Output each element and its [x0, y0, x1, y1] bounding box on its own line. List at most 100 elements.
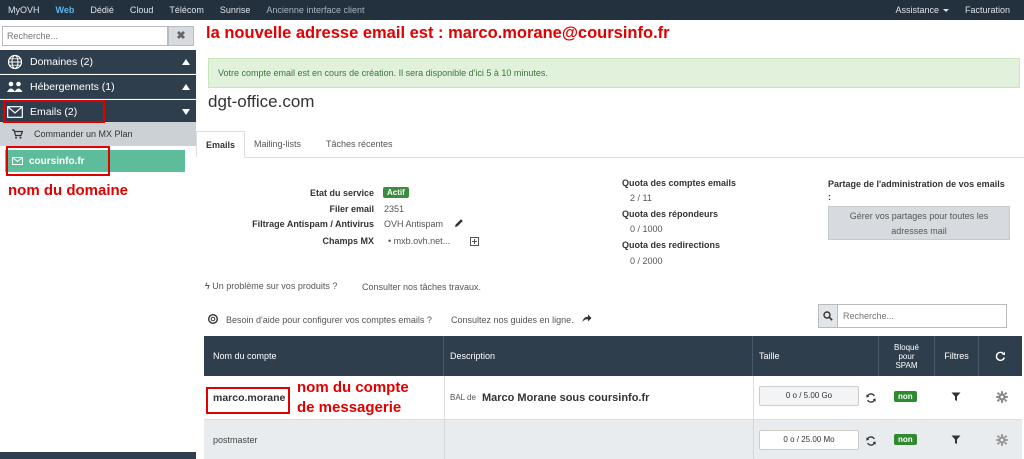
search-icon[interactable]	[818, 304, 838, 328]
page-title: dgt-office.com	[208, 92, 315, 111]
refresh-size-icon[interactable]	[866, 393, 876, 405]
globe-icon	[0, 50, 30, 74]
description-text: Marco Morane sous coursinfo.fr	[481, 391, 650, 404]
col-filters[interactable]: Filtres	[935, 336, 979, 376]
table-header: Nom du compte Description Taille Bloqué …	[204, 336, 1022, 376]
sidebar-item-label: Hébergements (1)	[30, 80, 115, 93]
refresh-size-icon[interactable]	[866, 436, 876, 448]
antispam-value: OVH Antispam	[384, 219, 444, 229]
clear-search-button[interactable]: ✖	[168, 26, 194, 46]
col-spam-line2: pour	[898, 351, 915, 361]
collapse-up-icon	[176, 83, 196, 90]
tab-recent-tasks[interactable]: Tâches récentes	[326, 131, 393, 158]
description-cell: BAL de Marco Morane sous coursinfo.fr	[450, 376, 649, 419]
description-prefix: BAL de	[450, 393, 476, 402]
tab-mailing-lists[interactable]: Mailing-lists	[254, 131, 301, 158]
quota-redirects-label: Quota des redirections	[622, 240, 721, 250]
highlight-emails-box	[3, 100, 105, 123]
guides-link[interactable]: Consultez nos guides en ligne.	[451, 315, 574, 325]
help-text: Besoin d'aide pour configurer vos compte…	[226, 315, 432, 325]
sidebar-item-domaines[interactable]: Domaines (2)	[0, 50, 196, 74]
gear-icon[interactable]	[996, 391, 1008, 405]
hosting-icon	[0, 75, 30, 99]
status-badge: Actif	[383, 187, 409, 198]
quota-accounts-value: 2 / 11	[630, 193, 652, 203]
filter-icon[interactable]	[951, 435, 961, 447]
nav-sunrise[interactable]: Sunrise	[212, 0, 259, 20]
nav-telecom[interactable]: Télécom	[161, 0, 212, 20]
highlight-domain-box	[6, 146, 110, 176]
tab-emails[interactable]: Emails	[196, 131, 246, 158]
size-value: 0 o / 5.00 Go	[759, 386, 859, 406]
share-arrow-icon	[582, 314, 592, 325]
annotation-account-line2: de messagerie	[297, 399, 402, 416]
table-search-input[interactable]	[837, 304, 1007, 328]
quota-responders-label: Quota des répondeurs	[622, 209, 719, 219]
col-account[interactable]: Nom du compte	[204, 336, 444, 376]
creation-alert: Votre compte email est en cours de créat…	[208, 58, 1020, 88]
spam-status-badge: non	[894, 434, 917, 445]
annotation-new-address: la nouvelle adresse email est : marco.mo…	[206, 24, 670, 42]
sidebar-item-label: Domaines (2)	[30, 55, 94, 68]
sidebar: ✖ Domaines (2) Hébergements (1) Emails (…	[0, 20, 196, 459]
collapse-up-icon	[176, 58, 196, 65]
nav-myovh[interactable]: MyOVH	[0, 0, 48, 20]
nav-assistance[interactable]: Assistance	[887, 0, 957, 20]
sidebar-search-input[interactable]	[2, 26, 168, 46]
manage-shares-button[interactable]: Gérer vos partages pour toutes les adres…	[828, 206, 1010, 240]
state-label: Etat du service	[309, 188, 374, 198]
nav-old-interface[interactable]: Ancienne interface client	[258, 0, 372, 20]
nav-cloud[interactable]: Cloud	[122, 0, 162, 20]
col-spam-line3: SPAM	[895, 360, 918, 370]
sidebar-footer	[0, 452, 196, 459]
filter-icon[interactable]	[951, 392, 961, 404]
annotation-account: nom du compte de messagerie	[297, 378, 409, 418]
table-row[interactable]: postmaster 0 o / 25.00 Mo non	[204, 420, 1022, 459]
share-label: Partage de l'administration de vos email…	[828, 179, 1005, 189]
quota-redirects-value: 0 / 2000	[630, 256, 663, 266]
tasks-link[interactable]: Consulter nos tâches travaux.	[362, 282, 481, 292]
bolt-icon: ϟ	[205, 281, 210, 291]
cart-icon	[0, 129, 34, 139]
lifebuoy-icon	[207, 313, 219, 326]
filer-value: 2351	[384, 204, 405, 214]
mx-value: • mxb.ovh.net...	[388, 236, 450, 246]
annotation-account-line1: nom du compte	[297, 379, 409, 396]
pencil-icon[interactable]	[454, 218, 464, 230]
spam-status-badge: non	[894, 391, 917, 402]
nav-facturation[interactable]: Facturation	[957, 0, 1024, 20]
col-description[interactable]: Description	[444, 336, 753, 376]
expand-plus-icon[interactable]	[470, 237, 479, 248]
quota-responders-value: 0 / 1000	[630, 224, 663, 234]
sidebar-order-mx-plan[interactable]: Commander un MX Plan	[0, 122, 196, 146]
caret-down-icon	[942, 9, 949, 13]
antispam-label: Filtrage Antispam / Antivirus	[252, 219, 374, 229]
manage-shares-line1: Gérer vos partages pour toutes les	[849, 211, 989, 221]
table-search	[818, 304, 1008, 328]
tab-bar: Emails Mailing-lists Tâches récentes	[196, 131, 1024, 158]
col-size[interactable]: Taille	[753, 336, 879, 376]
col-spam-line1: Bloqué	[894, 342, 919, 352]
refresh-icon[interactable]	[979, 336, 1022, 376]
sidebar-search: ✖	[0, 24, 196, 48]
highlight-account-box	[206, 387, 290, 414]
expand-down-icon	[176, 108, 196, 115]
nav-assistance-label: Assistance	[895, 5, 939, 15]
problem-notice: ϟ Un problème sur vos produits ?	[205, 281, 337, 291]
nav-dedie[interactable]: Dédié	[82, 0, 122, 20]
problem-text: Un problème sur vos produits ?	[212, 281, 338, 291]
gear-icon[interactable]	[996, 434, 1008, 448]
top-navbar: MyOVH Web Dédié Cloud Télécom Sunrise An…	[0, 0, 1024, 20]
filer-label: Filer email	[329, 204, 374, 214]
annotation-domain: nom du domaine	[8, 182, 128, 199]
nav-web[interactable]: Web	[48, 0, 83, 20]
sidebar-item-hebergements[interactable]: Hébergements (1)	[0, 75, 196, 99]
manage-shares-line2: adresses mail	[891, 226, 947, 236]
mx-value-text: mxb.ovh.net...	[393, 236, 451, 246]
col-spam[interactable]: Bloqué pour SPAM	[879, 336, 935, 376]
account-name[interactable]: postmaster	[213, 420, 258, 459]
quota-accounts-label: Quota des comptes emails	[622, 178, 737, 188]
mx-label: Champs MX	[322, 236, 374, 246]
sidebar-sub-label: Commander un MX Plan	[34, 129, 133, 139]
share-colon: :	[828, 192, 831, 202]
